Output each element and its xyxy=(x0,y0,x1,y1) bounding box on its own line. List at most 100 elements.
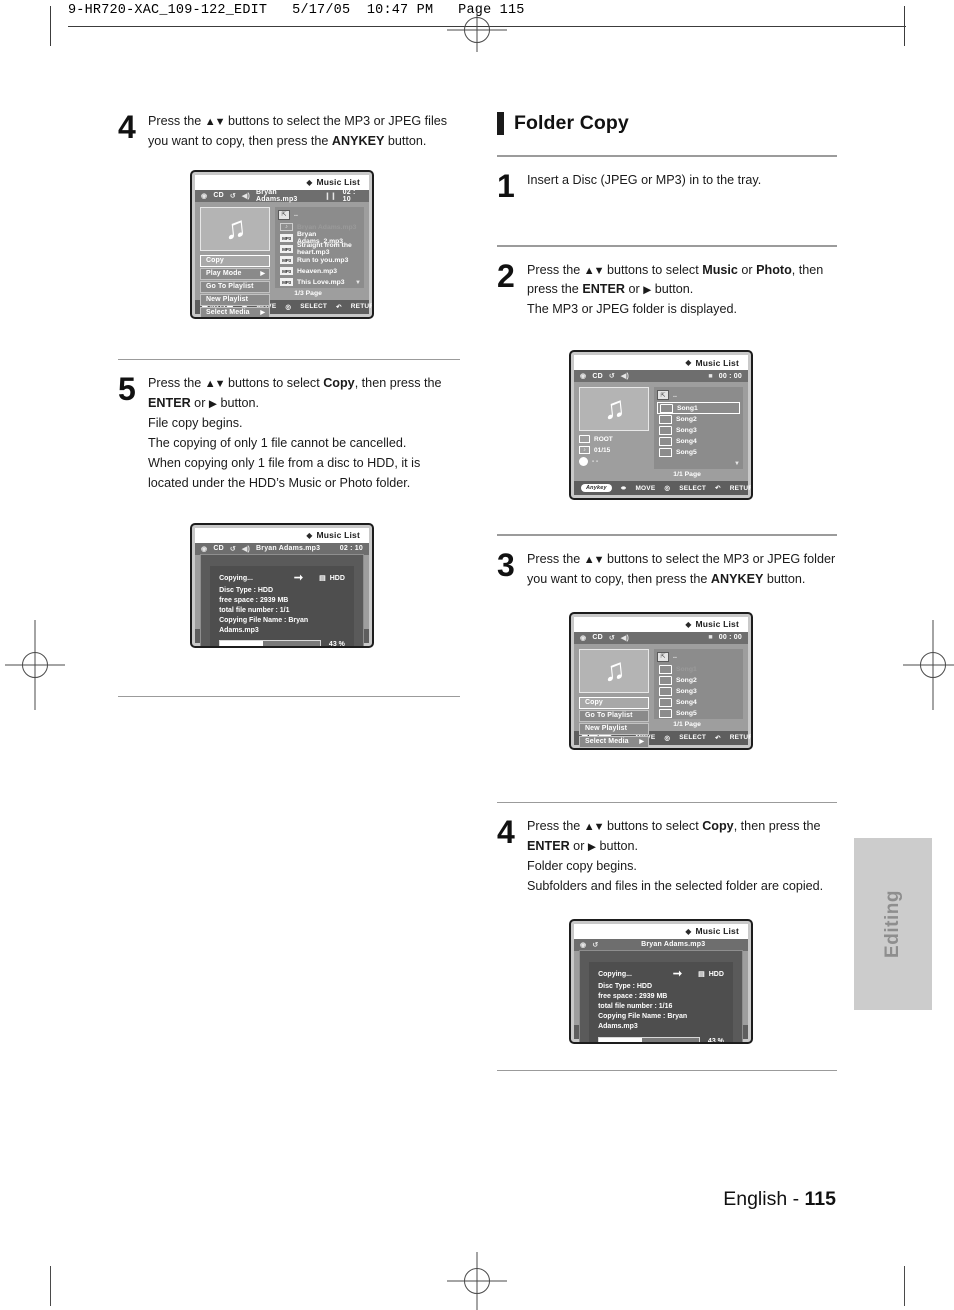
registration-mark-right xyxy=(903,620,954,710)
source-label: CD xyxy=(213,545,224,553)
anykey-button-badge[interactable]: Anykey xyxy=(581,484,612,493)
disc-type-line: Disc Type : HDD xyxy=(219,586,274,594)
step-text-part: , then press the xyxy=(354,376,442,391)
menu-item-label: Select Media xyxy=(585,738,629,746)
submenu-arrow-icon: ▶ xyxy=(260,271,265,278)
divider xyxy=(497,534,837,536)
stop-icon: ■ xyxy=(708,634,713,642)
menu-item-go-to-playlist[interactable]: Go To Playlist xyxy=(579,709,649,722)
step-extra-line: File copy begins. xyxy=(148,416,243,431)
step-extra-line: Subfolders and files in the selected fol… xyxy=(527,878,824,893)
chapter-side-tab: Editing xyxy=(854,838,932,1010)
list-item[interactable]: Song2 xyxy=(657,675,740,686)
list-item[interactable]: MP3 Heaven.mp3 xyxy=(278,266,361,277)
elapsed-time: 02 : 10 xyxy=(342,188,356,203)
copying-file-name-line: Copying File Name : Bryan Adams.mp3 xyxy=(598,1013,688,1031)
osd-folder-browser[interactable]: ⇱ .. Song1 Song2 xyxy=(654,387,743,470)
osd-folder-browser[interactable]: ⇱ .. Song1 Song2 xyxy=(654,648,743,719)
anykey-popup-menu[interactable]: Copy Play Mode ▶ Go To Playlist New Play… xyxy=(200,254,270,317)
menu-item-play-mode[interactable]: Play Mode ▶ xyxy=(200,267,270,280)
list-item[interactable]: Song1 xyxy=(657,664,740,675)
mp3-icon: MP3 xyxy=(280,267,293,276)
menu-item-label: Copy xyxy=(206,257,224,265)
step-number: 4 xyxy=(497,814,515,851)
menu-item-select-media[interactable]: Select Media ▶ xyxy=(200,306,270,317)
select-label: SELECT xyxy=(679,734,707,742)
repeat-icon: ↺ xyxy=(608,373,615,381)
copying-status-label: Copying... xyxy=(219,574,253,582)
mp3-icon: MP3 xyxy=(280,245,293,254)
copy-label: Copy xyxy=(702,819,734,834)
list-item[interactable]: MP3 Run to you.mp3 xyxy=(278,255,361,266)
elapsed-time: 00 : 00 xyxy=(718,372,742,380)
list-item[interactable]: Song1 xyxy=(657,402,740,415)
list-item[interactable]: Song5 xyxy=(657,708,740,719)
step-1-right: 1 Insert a Disc (JPEG or MP3) in to the … xyxy=(497,169,837,201)
menu-item-copy[interactable]: Copy xyxy=(579,696,649,709)
step-4-left: 4 Press the ▲▼ buttons to select the MP3… xyxy=(118,109,460,152)
list-item[interactable]: Song4 xyxy=(657,436,740,447)
select-label: SELECT xyxy=(300,303,328,311)
move-label: MOVE xyxy=(635,484,656,492)
menu-item-label: Select Media xyxy=(206,309,250,317)
copy-label: Copy xyxy=(323,376,355,391)
menu-item-label: Go To Playlist xyxy=(206,283,254,291)
step-3-right: 3 Press the ▲▼ buttons to select the MP3… xyxy=(497,549,837,590)
file-list[interactable]: ♪ Bryan Adams.mp3 MP3 Bryan Adams_2.mp3 … xyxy=(278,222,361,288)
step-number: 2 xyxy=(497,257,515,294)
list-item[interactable]: Song3 xyxy=(657,686,740,697)
arrow-right-icon: ➞ xyxy=(672,967,683,980)
list-item[interactable]: Song5 xyxy=(657,447,740,458)
list-item[interactable]: Song2 xyxy=(657,414,740,425)
folder-name: Song3 xyxy=(676,427,697,435)
select-label: SELECT xyxy=(679,484,707,492)
anykey-popup-menu[interactable]: Copy Go To Playlist New Playlist Select … xyxy=(579,696,649,748)
parent-directory-row[interactable]: ⇱ .. xyxy=(657,390,740,401)
folder-list[interactable]: Song1 Song2 Song3 Song4 Song5 xyxy=(657,402,740,458)
source-label: CD xyxy=(213,192,224,200)
hdd-icon: ▤ xyxy=(698,971,705,979)
scroll-down-icon[interactable]: ▼ xyxy=(734,461,740,467)
menu-item-copy[interactable]: Copy xyxy=(200,254,270,267)
page-indicator: 1/3 Page xyxy=(294,289,322,297)
divider xyxy=(497,155,837,157)
folder-list[interactable]: Song1 Song2 Song3 Song4 Song5 xyxy=(657,664,740,719)
parent-directory-row[interactable]: ⇱ .. xyxy=(657,651,740,662)
step-2-right: 2 Press the ▲▼ buttons to select Music o… xyxy=(497,257,837,321)
folder-icon xyxy=(659,448,672,458)
return-icon: ↶ xyxy=(715,485,721,493)
folder-icon xyxy=(659,686,672,696)
divider xyxy=(497,1069,837,1072)
step-text-part: Press the xyxy=(148,114,205,128)
file-name: This Love.mp3 xyxy=(297,278,345,286)
parent-directory-row[interactable]: ⇱ .. xyxy=(278,209,361,220)
stop-icon: ■ xyxy=(708,372,713,380)
menu-item-label: New Playlist xyxy=(585,725,628,733)
menu-item-go-to-playlist[interactable]: Go To Playlist xyxy=(200,280,270,293)
list-item[interactable]: MP3 This Love.mp3 xyxy=(278,277,361,288)
menu-item-new-playlist[interactable]: New Playlist xyxy=(579,722,649,735)
step-extra-line: The copying of only 1 file cannot be can… xyxy=(148,436,407,451)
progress-bar xyxy=(598,1036,700,1042)
step-text-part: button. xyxy=(763,571,806,586)
page-title: Folder Copy xyxy=(514,112,629,134)
section-heading: Folder Copy xyxy=(497,112,837,135)
list-item[interactable]: MP3 Straight from the heart.mp3 xyxy=(278,242,361,256)
menu-item-select-media[interactable]: Select Media ▶ xyxy=(579,735,649,748)
osd-file-browser[interactable]: ⇱ .. ♪ Bryan Adams.mp3 MP3 Bryan Adams_2… xyxy=(275,206,364,288)
step-number: 4 xyxy=(118,109,136,145)
select-icon: ◎ xyxy=(664,485,671,493)
list-item[interactable]: Song3 xyxy=(657,425,740,436)
copying-header: Copying... ➞ ▤ HDD xyxy=(219,572,345,584)
diamond-icon: ◆ xyxy=(306,177,313,187)
chapter-side-tab-label: Editing xyxy=(882,890,903,958)
hdd-icon: ▤ xyxy=(319,575,326,583)
step-text-part: Press the xyxy=(527,551,584,566)
scroll-down-icon[interactable]: ▼ xyxy=(355,280,361,286)
step-text-part: button. xyxy=(216,396,259,411)
step-text: Press the ▲▼ buttons to select the MP3 o… xyxy=(148,112,460,152)
list-item[interactable]: Song4 xyxy=(657,697,740,708)
menu-item-new-playlist[interactable]: New Playlist xyxy=(200,293,270,306)
folder-icon xyxy=(660,403,673,413)
step-text: Press the ▲▼ buttons to select Copy, the… xyxy=(527,817,837,897)
